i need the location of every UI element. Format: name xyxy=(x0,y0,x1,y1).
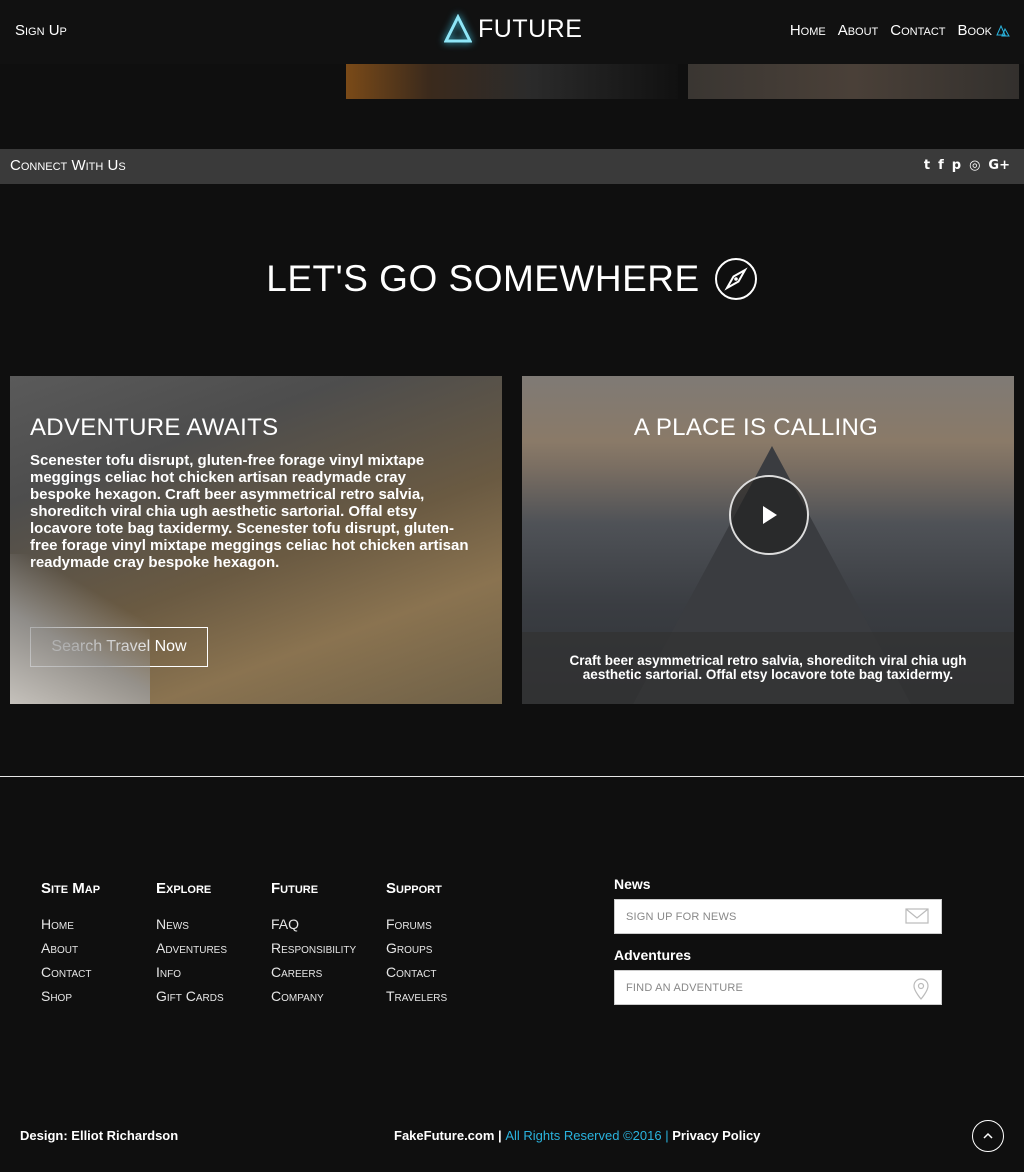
pinterest-icon[interactable]: p xyxy=(952,158,961,173)
news-label: News xyxy=(614,876,651,892)
news-placeholder: SIGN UP FOR NEWS xyxy=(626,911,737,923)
video-caption: Craft beer asymmetrical retro salvia, sh… xyxy=(522,632,1014,704)
play-icon xyxy=(763,506,777,524)
sign-up-link[interactable]: Sign Up xyxy=(15,22,67,39)
connect-bar: Connect With Us t f p ◎ G+ xyxy=(0,149,1024,184)
site-name[interactable]: FakeFuture.com xyxy=(394,1128,494,1143)
footer-link-contact[interactable]: Contact xyxy=(386,960,447,984)
separator: | xyxy=(498,1128,502,1143)
section-heading: LET'S GO SOMEWHERE xyxy=(0,257,1024,301)
footer-link-home[interactable]: Home xyxy=(41,912,100,936)
footer-col-support: Support Forums Groups Contact Travelers xyxy=(386,880,447,1008)
footer-link-about[interactable]: About xyxy=(41,936,100,960)
adventure-card: ADVENTURE AWAITS Scenester tofu disrupt,… xyxy=(10,376,502,704)
footer-link-groups[interactable]: Groups xyxy=(386,936,447,960)
place-calling-title: A PLACE IS CALLING xyxy=(633,414,879,441)
section-title: LET'S GO SOMEWHERE xyxy=(266,258,700,299)
brand-name: FUTURE xyxy=(478,14,583,43)
top-nav-bar: Sign Up FUTURE Home About Contact Book xyxy=(0,0,1024,64)
main-nav: Home About Contact Book xyxy=(790,22,1010,39)
facebook-icon[interactable]: f xyxy=(938,158,944,173)
adventures-label: Adventures xyxy=(614,947,692,963)
place-calling-card: A PLACE IS CALLING Craft beer asymmetric… xyxy=(522,376,1014,704)
news-signup-input[interactable]: SIGN UP FOR NEWS xyxy=(614,899,942,934)
footer-col-title: Site Map xyxy=(41,880,101,897)
footer-link-adventures[interactable]: Adventures xyxy=(156,936,227,960)
footer-link-travelers[interactable]: Travelers xyxy=(386,984,447,1008)
chevron-up-icon xyxy=(983,1132,993,1139)
rights-text: All Rights Reserved ©2016 xyxy=(505,1128,662,1143)
design-credit: Design: Elliot Richardson xyxy=(20,1128,179,1143)
back-to-top-button[interactable] xyxy=(972,1120,1004,1152)
nav-book[interactable]: Book xyxy=(958,22,1010,39)
privacy-policy-link[interactable]: Privacy Policy xyxy=(672,1128,760,1143)
play-video-button[interactable] xyxy=(729,475,809,555)
connect-label: Connect With Us xyxy=(10,157,126,174)
footer-link-careers[interactable]: Careers xyxy=(271,960,356,984)
footer-link-info[interactable]: Info xyxy=(156,960,227,984)
brand-logo[interactable]: FUTURE xyxy=(444,14,582,44)
nav-about[interactable]: About xyxy=(838,22,879,39)
footer-col-title: Future xyxy=(271,880,319,897)
footer-link-news[interactable]: News xyxy=(156,912,227,936)
footer-link-faq[interactable]: FAQ xyxy=(271,912,356,936)
footer-link-gift-cards[interactable]: Gift Cards xyxy=(156,984,227,1008)
footer-link-contact[interactable]: Contact xyxy=(41,960,100,984)
footer-col-site-map: Site Map Home About Contact Shop xyxy=(41,880,100,1008)
footer-col-title: Support xyxy=(386,880,442,897)
adventure-placeholder: FIND AN ADVENTURE xyxy=(626,982,744,994)
find-adventure-input[interactable]: FIND AN ADVENTURE xyxy=(614,970,942,1005)
footer-link-shop[interactable]: Shop xyxy=(41,984,100,1008)
adventure-title: ADVENTURE AWAITS xyxy=(30,414,279,441)
instagram-icon[interactable]: ◎ xyxy=(969,158,980,173)
gallery-image-clouds[interactable] xyxy=(346,64,678,99)
gallery-image-forest[interactable] xyxy=(688,64,1019,99)
copyright-line: FakeFuture.com | All Rights Reserved ©20… xyxy=(394,1128,760,1143)
footer-col-title: Explore xyxy=(156,880,212,897)
map-pin-icon xyxy=(913,978,929,1000)
nav-contact[interactable]: Contact xyxy=(890,22,945,39)
compass-icon xyxy=(714,258,757,300)
google-plus-icon[interactable]: G+ xyxy=(988,158,1010,173)
footer-col-explore: Explore News Adventures Info Gift Cards xyxy=(156,880,227,1008)
adventure-body: Scenester tofu disrupt, gluten-free fora… xyxy=(30,452,469,571)
separator: | xyxy=(665,1128,669,1143)
footer-link-company[interactable]: Company xyxy=(271,984,356,1008)
envelope-icon xyxy=(905,908,929,924)
search-travel-button[interactable]: Search Travel Now xyxy=(30,627,208,667)
footer-link-forums[interactable]: Forums xyxy=(386,912,447,936)
triangle-logo-icon xyxy=(444,14,472,43)
footer-divider xyxy=(0,776,1024,777)
triangle-icon xyxy=(996,24,1010,36)
nav-book-label: Book xyxy=(957,22,992,39)
footer-col-future: Future FAQ Responsibility Careers Compan… xyxy=(271,880,356,1008)
nav-home[interactable]: Home xyxy=(790,22,826,39)
twitter-icon[interactable]: t xyxy=(924,158,930,173)
footer-link-responsibility[interactable]: Responsibility xyxy=(271,936,356,960)
social-links: t f p ◎ G+ xyxy=(924,158,1010,173)
